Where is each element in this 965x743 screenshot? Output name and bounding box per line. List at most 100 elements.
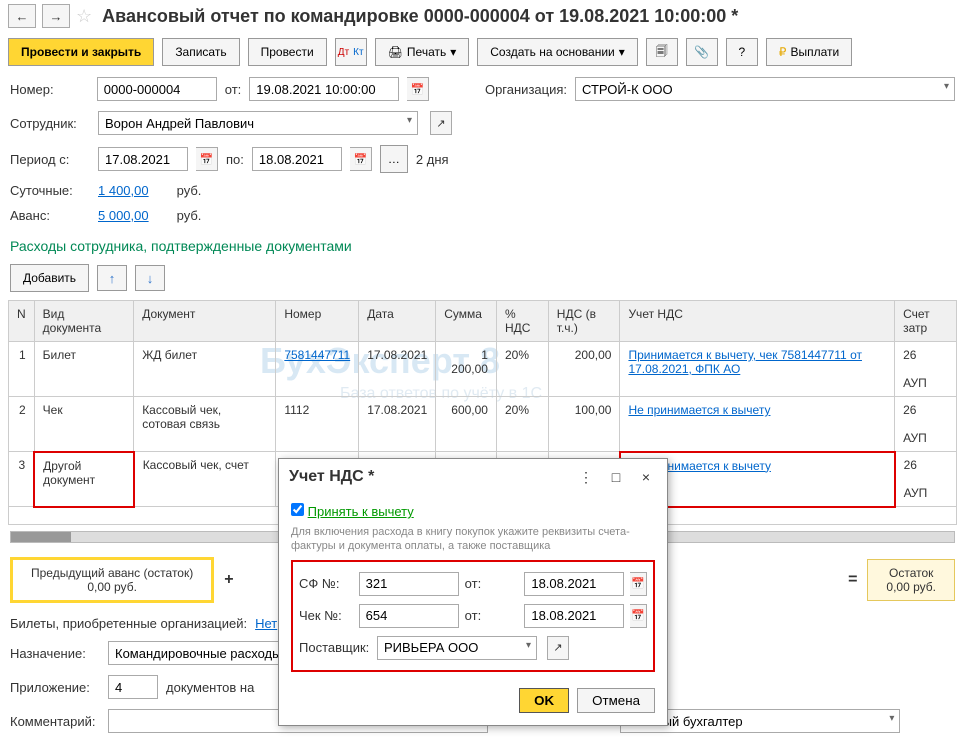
col-vatacct[interactable]: Учет НДС	[620, 301, 895, 342]
close-icon[interactable]: ×	[635, 467, 657, 487]
rub-label: руб.	[177, 183, 202, 198]
chk-date-label: от:	[465, 608, 519, 623]
col-sum[interactable]: Сумма	[436, 301, 497, 342]
calendar-icon[interactable]: 📅	[630, 604, 647, 628]
supplier-input[interactable]	[377, 636, 537, 660]
pay-button[interactable]: ₽ Выплати	[766, 38, 852, 66]
ruble-icon: ₽	[779, 45, 787, 59]
chevron-down-icon: ▾	[450, 45, 456, 59]
print-button[interactable]: 🖨 Печать ▾	[375, 38, 470, 66]
open-employee-button[interactable]: ↗	[430, 111, 452, 135]
nav-forward-button[interactable]: →	[42, 4, 70, 28]
nav-back-button[interactable]: ←	[8, 4, 36, 28]
supplier-label: Поставщик:	[299, 640, 371, 655]
vat-link[interactable]: Принимается к вычету, чек 7581447711 от …	[628, 348, 862, 376]
number-label: Номер:	[10, 82, 89, 97]
scrollbar-thumb[interactable]	[11, 532, 71, 542]
favorite-icon[interactable]: ☆	[76, 6, 92, 27]
chk-label: Чек №:	[299, 608, 353, 623]
sf-date-input[interactable]	[524, 572, 624, 596]
vat-dialog: Учет НДС * ⋮ □ × Принять к вычету Для вк…	[278, 458, 668, 726]
org-input[interactable]	[575, 77, 955, 101]
chk-num-input[interactable]	[359, 604, 459, 628]
doc-num-link[interactable]: 7581447711	[284, 348, 350, 362]
attach-unit: документов на	[166, 680, 254, 695]
date-label: от:	[225, 82, 242, 97]
prev-advance-box: Предыдущий аванс (остаток) 0,00 руб.	[10, 557, 214, 603]
period-to-input[interactable]	[252, 147, 342, 171]
advance-label: Аванс:	[10, 208, 90, 223]
calendar-icon[interactable]: 📅	[630, 572, 647, 596]
vat-link[interactable]: Не принимается к вычету	[628, 403, 770, 417]
help-button[interactable]: ?	[726, 38, 758, 66]
attach-button[interactable]: 📎	[686, 38, 718, 66]
post-button[interactable]: Провести	[248, 38, 327, 66]
col-doc[interactable]: Документ	[134, 301, 276, 342]
eq-sign: =	[848, 571, 857, 589]
clip-icon: 📎	[694, 45, 709, 59]
period-to-label: по:	[226, 152, 244, 167]
col-vatpct[interactable]: % НДС	[496, 301, 548, 342]
link-button[interactable]: 🗐	[646, 38, 678, 66]
more-icon[interactable]: ⋮	[575, 467, 597, 487]
cancel-button[interactable]: Отмена	[577, 688, 655, 713]
sf-num-input[interactable]	[359, 572, 459, 596]
plus-sign: +	[224, 571, 233, 589]
open-supplier-button[interactable]: ↗	[547, 636, 569, 660]
post-close-button[interactable]: Провести и закрыть	[8, 38, 154, 66]
col-num[interactable]: Номер	[276, 301, 359, 342]
accept-checkbox-label[interactable]: Принять к вычету	[291, 504, 414, 519]
employee-label: Сотрудник:	[10, 116, 90, 131]
employee-input[interactable]	[98, 111, 418, 135]
period-days: 2 дня	[416, 152, 449, 167]
move-up-button[interactable]: ↑	[97, 265, 127, 291]
comment-label: Комментарий:	[10, 714, 100, 729]
period-from-input[interactable]	[98, 147, 188, 171]
tickets-label: Билеты, приобретенные организацией:	[10, 616, 247, 631]
col-acct[interactable]: Счет затр	[895, 301, 957, 342]
section-title: Расходы сотрудника, подтвержденные докум…	[0, 228, 965, 260]
table-row[interactable]: 1 Билет ЖД билет 7581447711 17.08.2021 1…	[9, 342, 957, 397]
dialog-hint: Для включения расхода в книгу покупок ук…	[291, 523, 655, 556]
tickets-link[interactable]: Нет	[255, 616, 277, 631]
accept-checkbox[interactable]	[291, 503, 304, 516]
kt-icon: Кт	[353, 47, 363, 58]
col-vat[interactable]: НДС (в т.ч.)	[548, 301, 620, 342]
sf-label: СФ №:	[299, 576, 353, 591]
move-down-button[interactable]: ↓	[135, 265, 165, 291]
col-n[interactable]: N	[9, 301, 35, 342]
dialog-title: Учет НДС *	[289, 468, 567, 486]
date-input[interactable]	[249, 77, 399, 101]
daily-link[interactable]: 1 400,00	[98, 183, 149, 198]
org-label: Организация:	[485, 82, 567, 97]
dt-icon: Дт	[338, 47, 349, 58]
write-button[interactable]: Записать	[162, 38, 239, 66]
calendar-icon[interactable]: 📅	[196, 147, 218, 171]
rest-box: Остаток 0,00 руб.	[867, 559, 955, 601]
sf-date-label: от:	[465, 576, 519, 591]
purpose-label: Назначение:	[10, 646, 100, 661]
table-row[interactable]: 2 Чек Кассовый чек, сотовая связь 1112 1…	[9, 397, 957, 452]
calendar-icon[interactable]: 📅	[350, 147, 372, 171]
rub-label-2: руб.	[177, 208, 202, 223]
advance-link[interactable]: 5 000,00	[98, 208, 149, 223]
calendar-icon[interactable]: 📅	[407, 77, 429, 101]
page-title: Авансовый отчет по командировке 0000-000…	[102, 6, 738, 27]
printer-icon: 🖨	[388, 45, 403, 59]
dtct-button[interactable]: Дт Кт	[335, 38, 367, 66]
maximize-icon[interactable]: □	[605, 467, 627, 487]
period-more-button[interactable]: …	[380, 145, 408, 173]
chk-date-input[interactable]	[524, 604, 624, 628]
attach-input[interactable]	[108, 675, 158, 699]
number-input[interactable]	[97, 77, 217, 101]
attach-label: Приложение:	[10, 680, 100, 695]
create-based-button[interactable]: Создать на основании ▾	[477, 38, 638, 66]
col-doctype[interactable]: Вид документа	[34, 301, 134, 342]
chevron-down-icon: ▾	[619, 45, 625, 59]
daily-label: Суточные:	[10, 183, 90, 198]
add-button[interactable]: Добавить	[10, 264, 89, 292]
ok-button[interactable]: OK	[519, 688, 569, 713]
link-icon: 🗐	[656, 42, 668, 63]
period-from-label: Период с:	[10, 152, 90, 167]
col-date[interactable]: Дата	[359, 301, 436, 342]
